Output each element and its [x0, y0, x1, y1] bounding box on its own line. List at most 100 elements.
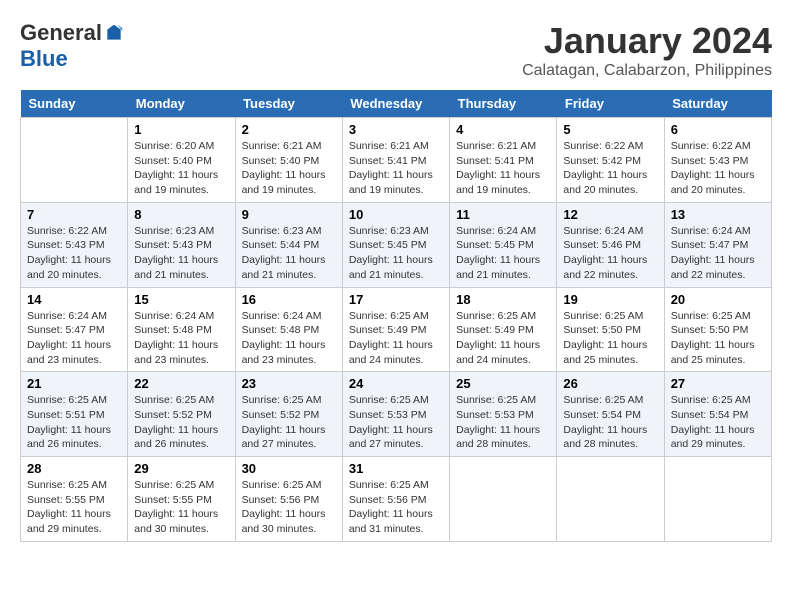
day-info: Sunrise: 6:23 AMSunset: 5:43 PMDaylight:… — [134, 224, 228, 283]
day-number: 11 — [456, 207, 550, 222]
calendar-cell: 26Sunrise: 6:25 AMSunset: 5:54 PMDayligh… — [557, 372, 664, 457]
calendar-cell: 29 Sunrise: 6:25 AMSunset: 5:55 PMDayligh… — [128, 457, 235, 542]
day-number: 22 — [134, 376, 228, 391]
day-info: Sunrise: 6:25 AMSunset: 5:56 PMDaylight:… — [349, 478, 443, 537]
weekday-header-row: SundayMondayTuesdayWednesdayThursdayFrid… — [21, 90, 772, 118]
calendar-cell — [21, 118, 128, 203]
calendar-cell: 8 Sunrise: 6:23 AMSunset: 5:43 PMDaylight… — [128, 202, 235, 287]
day-number: 23 — [242, 376, 336, 391]
day-number: 19 — [563, 292, 657, 307]
calendar-cell: 17 Sunrise: 6:25 AMSunset: 5:49 PMDayligh… — [342, 287, 449, 372]
calendar-cell: 16 Sunrise: 6:24 AMSunset: 5:48 PMDayligh… — [235, 287, 342, 372]
day-info: Sunrise: 6:24 AMSunset: 5:47 PMDaylight:… — [27, 309, 121, 368]
day-info: Sunrise: 6:22 AMSunset: 5:43 PMDaylight:… — [27, 224, 121, 283]
calendar-cell: 22 Sunrise: 6:25 AMSunset: 5:52 PMDayligh… — [128, 372, 235, 457]
day-info: Sunrise: 6:25 AMSunset: 5:49 PMDaylight:… — [349, 309, 443, 368]
calendar-cell: 2 Sunrise: 6:21 AMSunset: 5:40 PMDaylight… — [235, 118, 342, 203]
calendar-cell: 24Sunrise: 6:25 AMSunset: 5:53 PMDayligh… — [342, 372, 449, 457]
day-info: Sunrise: 6:24 AMSunset: 5:48 PMDaylight:… — [242, 309, 336, 368]
weekday-header-sunday: Sunday — [21, 90, 128, 118]
day-number: 25 — [456, 376, 550, 391]
day-number: 15 — [134, 292, 228, 307]
day-number: 29 — [134, 461, 228, 476]
day-info: Sunrise: 6:24 AMSunset: 5:47 PMDaylight:… — [671, 224, 765, 283]
calendar-table: SundayMondayTuesdayWednesdayThursdayFrid… — [20, 90, 772, 542]
day-number: 9 — [242, 207, 336, 222]
day-info: Sunrise: 6:25 AMSunset: 5:50 PMDaylight:… — [563, 309, 657, 368]
calendar-week-5: 28 Sunrise: 6:25 AMSunset: 5:55 PMDayligh… — [21, 457, 772, 542]
month-title: January 2024 — [522, 20, 772, 62]
calendar-week-1: 1Sunrise: 6:20 AMSunset: 5:40 PMDaylight… — [21, 118, 772, 203]
calendar-cell: 6 Sunrise: 6:22 AMSunset: 5:43 PMDaylight… — [664, 118, 771, 203]
day-info: Sunrise: 6:25 AMSunset: 5:54 PMDaylight:… — [671, 393, 765, 452]
day-number: 27 — [671, 376, 765, 391]
day-info: Sunrise: 6:25 AMSunset: 5:53 PMDaylight:… — [456, 393, 550, 452]
page-header: General Blue January 2024 Calatagan, Cal… — [20, 20, 772, 80]
calendar-cell: 7 Sunrise: 6:22 AMSunset: 5:43 PMDaylight… — [21, 202, 128, 287]
day-number: 17 — [349, 292, 443, 307]
calendar-cell: 4 Sunrise: 6:21 AMSunset: 5:41 PMDaylight… — [450, 118, 557, 203]
day-info: Sunrise: 6:25 AMSunset: 5:55 PMDaylight:… — [27, 478, 121, 537]
day-info: Sunrise: 6:20 AMSunset: 5:40 PMDaylight:… — [134, 139, 228, 198]
day-info: Sunrise: 6:21 AMSunset: 5:41 PMDaylight:… — [456, 139, 550, 198]
location: Calatagan, Calabarzon, Philippines — [522, 62, 772, 80]
logo-general: General — [20, 20, 102, 46]
calendar-cell: 25 Sunrise: 6:25 AMSunset: 5:53 PMDayligh… — [450, 372, 557, 457]
calendar-cell: 30Sunrise: 6:25 AMSunset: 5:56 PMDayligh… — [235, 457, 342, 542]
calendar-cell: 19 Sunrise: 6:25 AMSunset: 5:50 PMDayligh… — [557, 287, 664, 372]
day-number: 26 — [563, 376, 657, 391]
day-info: Sunrise: 6:22 AMSunset: 5:43 PMDaylight:… — [671, 139, 765, 198]
calendar-cell: 18 Sunrise: 6:25 AMSunset: 5:49 PMDayligh… — [450, 287, 557, 372]
day-number: 12 — [563, 207, 657, 222]
day-info: Sunrise: 6:25 AMSunset: 5:49 PMDaylight:… — [456, 309, 550, 368]
weekday-header-friday: Friday — [557, 90, 664, 118]
day-info: Sunrise: 6:25 AMSunset: 5:52 PMDaylight:… — [134, 393, 228, 452]
day-info: Sunrise: 6:25 AMSunset: 5:53 PMDaylight:… — [349, 393, 443, 452]
calendar-cell: 28 Sunrise: 6:25 AMSunset: 5:55 PMDayligh… — [21, 457, 128, 542]
logo-blue: Blue — [20, 46, 68, 72]
day-info: Sunrise: 6:23 AMSunset: 5:45 PMDaylight:… — [349, 224, 443, 283]
calendar-cell: 31Sunrise: 6:25 AMSunset: 5:56 PMDayligh… — [342, 457, 449, 542]
calendar-cell — [664, 457, 771, 542]
calendar-cell: 13 Sunrise: 6:24 AMSunset: 5:47 PMDayligh… — [664, 202, 771, 287]
day-info: Sunrise: 6:25 AMSunset: 5:55 PMDaylight:… — [134, 478, 228, 537]
calendar-cell: 11 Sunrise: 6:24 AMSunset: 5:45 PMDayligh… — [450, 202, 557, 287]
day-number: 14 — [27, 292, 121, 307]
day-number: 13 — [671, 207, 765, 222]
calendar-cell: 3Sunrise: 6:21 AMSunset: 5:41 PMDaylight… — [342, 118, 449, 203]
calendar-cell: 20Sunrise: 6:25 AMSunset: 5:50 PMDayligh… — [664, 287, 771, 372]
calendar-cell — [557, 457, 664, 542]
day-number: 21 — [27, 376, 121, 391]
day-info: Sunrise: 6:22 AMSunset: 5:42 PMDaylight:… — [563, 139, 657, 198]
day-number: 4 — [456, 122, 550, 137]
calendar-week-3: 14 Sunrise: 6:24 AMSunset: 5:47 PMDayligh… — [21, 287, 772, 372]
day-info: Sunrise: 6:24 AMSunset: 5:48 PMDaylight:… — [134, 309, 228, 368]
day-number: 16 — [242, 292, 336, 307]
calendar-week-4: 21Sunrise: 6:25 AMSunset: 5:51 PMDayligh… — [21, 372, 772, 457]
day-number: 18 — [456, 292, 550, 307]
day-number: 7 — [27, 207, 121, 222]
logo-icon — [104, 23, 124, 43]
day-info: Sunrise: 6:21 AMSunset: 5:41 PMDaylight:… — [349, 139, 443, 198]
day-number: 10 — [349, 207, 443, 222]
day-number: 6 — [671, 122, 765, 137]
day-info: Sunrise: 6:23 AMSunset: 5:44 PMDaylight:… — [242, 224, 336, 283]
day-number: 28 — [27, 461, 121, 476]
day-number: 5 — [563, 122, 657, 137]
day-info: Sunrise: 6:25 AMSunset: 5:52 PMDaylight:… — [242, 393, 336, 452]
day-number: 2 — [242, 122, 336, 137]
calendar-cell: 14 Sunrise: 6:24 AMSunset: 5:47 PMDayligh… — [21, 287, 128, 372]
weekday-header-tuesday: Tuesday — [235, 90, 342, 118]
day-info: Sunrise: 6:24 AMSunset: 5:45 PMDaylight:… — [456, 224, 550, 283]
day-info: Sunrise: 6:21 AMSunset: 5:40 PMDaylight:… — [242, 139, 336, 198]
calendar-cell — [450, 457, 557, 542]
calendar-cell: 9 Sunrise: 6:23 AMSunset: 5:44 PMDaylight… — [235, 202, 342, 287]
calendar-cell: 23 Sunrise: 6:25 AMSunset: 5:52 PMDayligh… — [235, 372, 342, 457]
day-number: 8 — [134, 207, 228, 222]
calendar-cell: 12 Sunrise: 6:24 AMSunset: 5:46 PMDayligh… — [557, 202, 664, 287]
day-info: Sunrise: 6:24 AMSunset: 5:46 PMDaylight:… — [563, 224, 657, 283]
calendar-cell: 15 Sunrise: 6:24 AMSunset: 5:48 PMDayligh… — [128, 287, 235, 372]
weekday-header-thursday: Thursday — [450, 90, 557, 118]
title-section: January 2024 Calatagan, Calabarzon, Phil… — [522, 20, 772, 80]
calendar-cell: 27 Sunrise: 6:25 AMSunset: 5:54 PMDayligh… — [664, 372, 771, 457]
